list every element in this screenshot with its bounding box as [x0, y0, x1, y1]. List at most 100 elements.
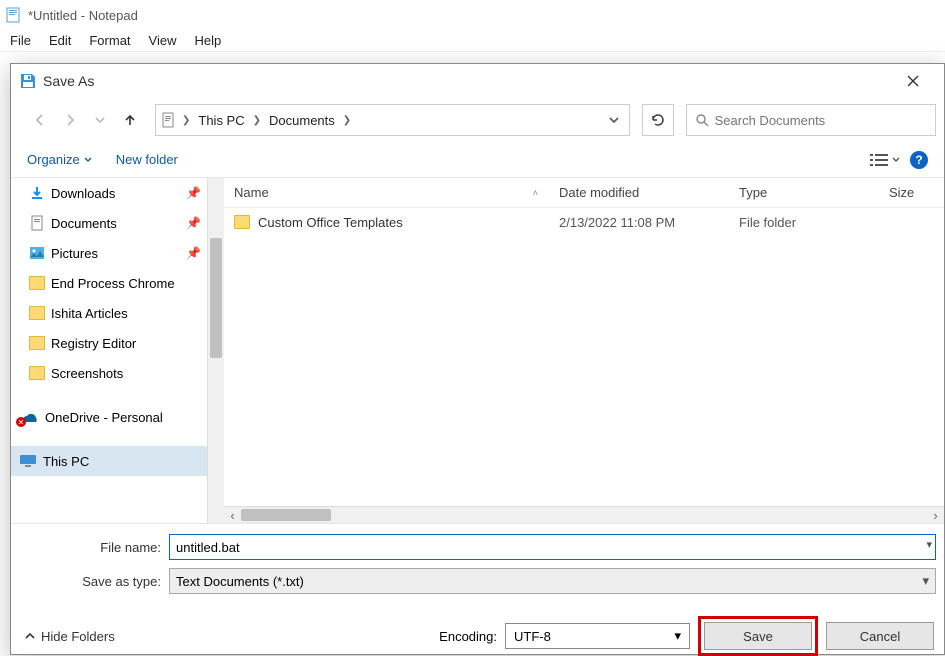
breadcrumb-documents[interactable]: Documents: [265, 113, 339, 128]
document-icon: [160, 111, 178, 129]
nav-pictures[interactable]: Pictures 📌: [11, 238, 207, 268]
item-date: 2/13/2022 11:08 PM: [549, 215, 729, 230]
file-list-pane: Name ˄ Date modified Type Size Custom Of…: [224, 178, 944, 523]
scroll-right-button[interactable]: ›: [927, 507, 944, 523]
notepad-titlebar: *Untitled - Notepad: [0, 0, 945, 30]
chevron-right-icon[interactable]: ❯: [253, 115, 261, 126]
form-area: File name: ▾ Save as type: Text Document…: [11, 523, 944, 614]
forward-button[interactable]: [57, 107, 83, 133]
save-icon: [19, 72, 37, 90]
pin-icon: 📌: [186, 246, 201, 260]
search-box[interactable]: [686, 104, 936, 136]
encoding-label: Encoding:: [439, 629, 497, 644]
nav-downloads[interactable]: Downloads 📌: [11, 178, 207, 208]
chevron-down-icon: [84, 156, 92, 164]
address-bar[interactable]: ❯ This PC ❯ Documents ❯: [155, 104, 630, 136]
pin-icon: 📌: [186, 186, 201, 200]
new-folder-button[interactable]: New folder: [116, 152, 178, 167]
nav-toolbar: ❯ This PC ❯ Documents ❯: [11, 98, 944, 142]
scrollbar-track[interactable]: [241, 507, 927, 523]
scrollbar-thumb[interactable]: [241, 509, 331, 521]
nav-onedrive[interactable]: ✕ OneDrive - Personal: [11, 402, 207, 432]
column-size[interactable]: Size: [879, 178, 944, 207]
chevron-right-icon[interactable]: ❯: [182, 115, 190, 126]
search-icon: [695, 113, 709, 127]
folder-icon: [29, 336, 45, 350]
nav-folder-screenshots[interactable]: Screenshots: [11, 358, 207, 388]
folder-icon: [234, 215, 250, 229]
download-icon: [29, 185, 45, 201]
savetype-combo[interactable]: Text Documents (*.txt) ▾: [169, 568, 936, 594]
nav-scrollbar[interactable]: [207, 178, 224, 523]
item-name: Custom Office Templates: [258, 215, 403, 230]
onedrive-icon: ✕: [19, 410, 39, 424]
folder-icon: [29, 366, 45, 380]
recent-dropdown[interactable]: [87, 107, 113, 133]
menu-file[interactable]: File: [2, 31, 39, 50]
scrollbar-thumb[interactable]: [210, 238, 222, 358]
address-dropdown[interactable]: [603, 115, 625, 125]
savetype-value: Text Documents (*.txt): [176, 574, 304, 589]
menu-view[interactable]: View: [141, 31, 185, 50]
chevron-down-icon: ▾: [922, 573, 929, 589]
nav-this-pc[interactable]: This PC: [11, 446, 207, 476]
notepad-menubar: File Edit Format View Help: [0, 30, 945, 52]
encoding-combo[interactable]: UTF-8 ▾: [505, 623, 690, 649]
organize-button[interactable]: Organize: [27, 152, 92, 167]
pin-icon: 📌: [186, 216, 201, 230]
search-input[interactable]: [713, 112, 927, 129]
menu-help[interactable]: Help: [186, 31, 229, 50]
dialog-title: Save As: [43, 73, 94, 89]
save-as-dialog: Save As ❯ This PC ❯ Documents ❯: [10, 63, 945, 655]
command-bar: Organize New folder ?: [11, 142, 944, 178]
column-type[interactable]: Type: [729, 178, 879, 207]
close-icon: [907, 75, 919, 87]
filename-input[interactable]: [169, 534, 936, 560]
column-date[interactable]: Date modified: [549, 178, 729, 207]
action-row: Hide Folders Encoding: UTF-8 ▾ Save Canc…: [11, 614, 944, 654]
menu-format[interactable]: Format: [81, 31, 138, 50]
nav-folder-registry[interactable]: Registry Editor: [11, 328, 207, 358]
chevron-right-icon[interactable]: ❯: [343, 115, 351, 126]
nav-folder-end-process[interactable]: End Process Chrome: [11, 268, 207, 298]
sort-indicator-icon: ˄: [533, 188, 538, 198]
filename-label: File name:: [19, 540, 169, 555]
this-pc-icon: [19, 454, 37, 468]
breadcrumb-this-pc[interactable]: This PC: [194, 113, 248, 128]
refresh-icon: [650, 112, 666, 128]
nav-documents[interactable]: Documents 📌: [11, 208, 207, 238]
encoding-value: UTF-8: [514, 629, 551, 644]
folder-icon: [29, 306, 45, 320]
cancel-button[interactable]: Cancel: [826, 622, 934, 650]
savetype-label: Save as type:: [19, 574, 169, 589]
view-button[interactable]: [870, 153, 900, 167]
back-button[interactable]: [27, 107, 53, 133]
up-button[interactable]: [117, 107, 143, 133]
close-button[interactable]: [890, 64, 936, 98]
document-icon: [29, 215, 45, 231]
dialog-titlebar[interactable]: Save As: [11, 64, 944, 98]
scroll-left-button[interactable]: ‹: [224, 507, 241, 523]
navigation-pane: Downloads 📌 Documents 📌 Pictures 📌 End P…: [11, 178, 207, 523]
horizontal-scrollbar[interactable]: ‹ ›: [224, 506, 944, 523]
refresh-button[interactable]: [642, 104, 674, 136]
notepad-title: *Untitled - Notepad: [28, 8, 138, 23]
chevron-down-icon: [892, 156, 900, 164]
list-item[interactable]: Custom Office Templates 2/13/2022 11:08 …: [224, 208, 944, 236]
save-button[interactable]: Save: [704, 622, 812, 650]
hide-folders-button[interactable]: Hide Folders: [25, 629, 115, 644]
menu-edit[interactable]: Edit: [41, 31, 79, 50]
file-list[interactable]: Custom Office Templates 2/13/2022 11:08 …: [224, 208, 944, 506]
nav-folder-ishita[interactable]: Ishita Articles: [11, 298, 207, 328]
item-type: File folder: [729, 215, 879, 230]
help-button[interactable]: ?: [910, 151, 928, 169]
chevron-down-icon: ▾: [674, 628, 681, 644]
notepad-icon: [6, 7, 22, 23]
save-button-highlight: Save: [698, 616, 818, 656]
chevron-up-icon: [25, 631, 35, 641]
column-header-row: Name ˄ Date modified Type Size: [224, 178, 944, 208]
pictures-icon: [29, 245, 45, 261]
folder-icon: [29, 276, 45, 290]
filename-dropdown[interactable]: ▾: [926, 538, 932, 551]
column-name[interactable]: Name ˄: [224, 178, 549, 207]
